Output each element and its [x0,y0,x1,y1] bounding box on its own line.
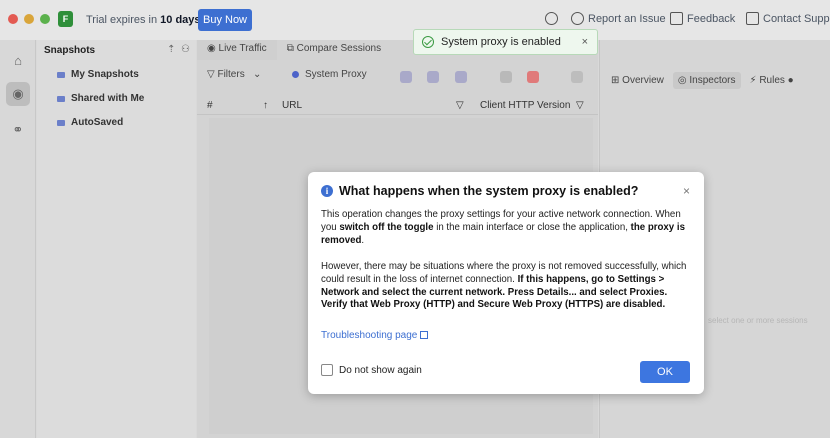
p1-text-c: in the main interface or close the appli… [433,221,631,233]
column-url[interactable]: URL [282,100,302,111]
dialog-paragraph-2: However, there may be situations where t… [321,261,693,312]
p1-text-b: switch off the toggle [339,221,434,233]
sidebar-item-label: My Snapshots [71,69,139,80]
app-logo: F [58,11,73,27]
dialog-title-row: i What happens when the system proxy is … [321,184,638,198]
contact-support-label: Contact Suppo [763,12,830,25]
sidebar-item-label: Shared with Me [71,93,145,104]
folder-icon [57,119,65,126]
do-not-show-again-checkbox[interactable] [321,364,333,376]
troubleshooting-link[interactable]: Troubleshooting page [321,330,429,341]
tab-compare-sessions[interactable]: ⧉ Compare Sessions [277,40,391,60]
dialog-title: What happens when the system proxy is en… [339,184,639,198]
ok-button[interactable]: OK [640,361,690,383]
window-close-button[interactable] [8,14,18,24]
tab-live-traffic[interactable]: ◉ Live Traffic [197,40,277,60]
tab-label: Rules [759,75,785,86]
system-proxy-toggle[interactable]: System Proxy [292,69,367,80]
filters-label: Filters [217,69,245,80]
link-icon[interactable]: ⚭ [6,118,30,142]
sidebar-actions[interactable]: ⇡ ⚇ [167,44,190,55]
filter-url-icon[interactable]: ▽ [456,100,464,111]
filter-http-icon[interactable]: ▽ [576,100,584,111]
external-link-icon [420,331,429,339]
filters-button[interactable]: ▽ Filters ⌄ [207,69,261,80]
snapshots-title: Snapshots [44,45,96,56]
tab-label: Overview [622,75,664,86]
notifications-icon-wrap[interactable] [545,12,558,25]
trial-notice: Trial expires in 10 days! [86,14,204,26]
home-icon[interactable]: ⌂ [6,48,30,72]
sidebar-item-my-snapshots[interactable]: My Snapshots [57,69,139,80]
troubleshooting-label: Troubleshooting page [321,330,418,341]
check-circle-icon [422,36,434,48]
tab-label: Inspectors [689,75,736,86]
share-icon [57,95,65,102]
dialog-close-icon[interactable]: × [683,184,690,198]
feedback-label: Feedback [687,12,736,25]
left-rail: ⌂ ◉ ⚭ [0,40,36,438]
toast-message: System proxy is enabled [441,36,561,48]
tab-rules[interactable]: ⚡ Rules ● [745,72,799,89]
do-not-show-again-row[interactable]: Do not show again [321,364,422,376]
github-icon [571,12,584,25]
sidebar-item-autosaved[interactable]: AutoSaved [57,117,123,128]
toast-close-icon[interactable]: × [582,36,588,48]
buy-now-button[interactable]: Buy Now [198,9,252,31]
sort-icon[interactable]: ↑ [263,100,268,111]
window-zoom-button[interactable] [40,14,50,24]
info-icon: i [321,185,333,197]
feedback-icon [670,12,683,25]
tab-overview[interactable]: ⊞ Overview [606,72,669,89]
do-not-show-again-label: Do not show again [339,364,422,376]
report-issue-link[interactable]: Report an Issue [571,12,666,25]
column-client-http[interactable]: Client HTTP Version [480,100,570,111]
folder-icon [57,71,65,78]
decrypt-icon[interactable] [427,71,439,83]
notifications-icon[interactable] [545,12,558,25]
traffic-icon[interactable]: ◉ [6,82,30,106]
tab-inspectors[interactable]: ◎ Inspectors [672,72,741,89]
contact-support-link[interactable]: Contact Suppo [746,12,830,25]
inspector-tabs: ⊞ Overview ◎ Inspectors ⚡ Rules ● [606,72,799,89]
snapshots-sidebar: Snapshots ⇡ ⚇ My Snapshots Shared with M… [37,40,196,438]
layout-icon[interactable] [455,71,467,83]
proxy-enabled-toast: System proxy is enabled × [413,29,598,55]
search-icon[interactable] [500,71,512,83]
delete-icon[interactable] [527,71,539,83]
column-index[interactable]: # [207,100,213,111]
capture-icon[interactable] [400,71,412,83]
dialog-paragraph-1: This operation changes the proxy setting… [321,209,693,247]
more-icon[interactable] [571,71,583,83]
empty-state-text: select one or more sessions [708,316,808,325]
proxy-status-dot [292,71,299,78]
report-issue-label: Report an Issue [588,12,666,25]
feedback-link[interactable]: Feedback [670,12,735,25]
system-proxy-dialog: i What happens when the system proxy is … [308,172,704,394]
traffic-table-header: # ↑ URL ▽ Client HTTP Version ▽ [197,95,598,115]
trial-prefix: Trial expires in [86,14,161,26]
tab-label: Compare Sessions [296,43,382,54]
p1-text-e: . [361,234,365,246]
sidebar-item-shared[interactable]: Shared with Me [57,93,144,104]
tab-label: Live Traffic [218,43,267,54]
traffic-toolbar: ▽ Filters ⌄ System Proxy [197,62,598,92]
sidebar-item-label: AutoSaved [71,117,124,128]
system-proxy-label: System Proxy [305,69,367,80]
mail-icon [746,12,759,25]
window-minimize-button[interactable] [24,14,34,24]
